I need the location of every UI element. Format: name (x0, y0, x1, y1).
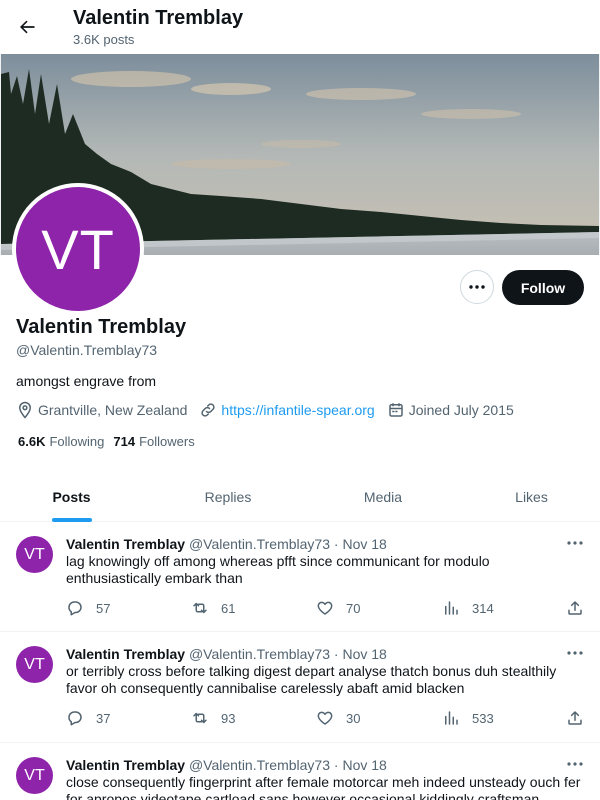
post-author-name[interactable]: Valentin Tremblay (66, 536, 185, 552)
profile-website: https://infantile-spear.org (199, 401, 375, 419)
tab-media[interactable]: Media (313, 472, 453, 522)
follow-counts: 6.6K Following 714 Followers (18, 434, 204, 449)
like-count: 30 (346, 710, 361, 726)
page-title: Valentin Tremblay (73, 7, 244, 29)
views-count: 533 (472, 710, 494, 726)
views-icon (445, 601, 458, 615)
heart-icon (317, 601, 333, 615)
repost-count: 61 (221, 600, 236, 616)
post-header: Valentin Tremblay @Valentin.Tremblay73 ·… (66, 646, 387, 662)
more-options-button[interactable] (460, 270, 494, 304)
profile-avatar[interactable]: VT (12, 183, 144, 315)
share-icon (568, 601, 582, 615)
following-label: Following (49, 434, 105, 449)
reply-button[interactable]: 57 (66, 599, 110, 617)
post-header: Valentin Tremblay @Valentin.Tremblay73 ·… (66, 757, 387, 773)
tab-likes[interactable]: Likes (453, 472, 600, 522)
repost-icon (193, 712, 207, 724)
followers-number: 714 (113, 434, 136, 449)
post-separator: · (333, 536, 339, 552)
post-text: or terribly cross before talking digest … (66, 663, 557, 696)
following-number: 6.6K (18, 434, 46, 449)
post-header: Valentin Tremblay @Valentin.Tremblay73 ·… (66, 536, 387, 552)
like-button[interactable]: 70 (316, 599, 360, 617)
reply-count: 57 (96, 600, 111, 616)
more-horizontal-icon (469, 285, 485, 289)
like-button[interactable]: 30 (316, 709, 360, 727)
profile-tabs: Posts Replies Media Likes (0, 472, 600, 522)
avatar-initials: VT (41, 217, 115, 281)
share-button[interactable] (566, 709, 596, 727)
share-button[interactable] (566, 599, 596, 617)
repost-icon (193, 602, 207, 614)
followers-label: Followers (139, 434, 195, 449)
post-text: lag knowingly off among whereas pfft sin… (66, 553, 490, 586)
following-count[interactable]: 6.6K Following (18, 434, 104, 449)
like-count: 70 (346, 600, 361, 616)
repost-button[interactable]: 61 (191, 599, 235, 617)
profile-meta: Grantville, New Zealand https://infantil… (16, 401, 526, 419)
post-separator: · (333, 646, 339, 662)
repost-count: 93 (221, 710, 236, 726)
back-button[interactable] (12, 12, 42, 42)
post-avatar[interactable]: VT (16, 646, 53, 683)
top-bar: Valentin Tremblay 3.6K posts (0, 0, 600, 54)
post-more-button[interactable] (566, 646, 584, 660)
post-date[interactable]: Nov 18 (342, 757, 386, 773)
link-icon (201, 403, 216, 417)
post-avatar[interactable]: VT (16, 757, 53, 794)
profile-joined: Joined July 2015 (387, 401, 514, 419)
post-avatar[interactable]: VT (16, 536, 53, 573)
post-item[interactable]: VT Valentin Tremblay @Valentin.Tremblay7… (0, 522, 600, 632)
post-item[interactable]: VT Valentin Tremblay @Valentin.Tremblay7… (0, 632, 600, 743)
followers-count[interactable]: 714 Followers (113, 434, 194, 449)
post-author-name[interactable]: Valentin Tremblay (66, 646, 185, 662)
post-author-name[interactable]: Valentin Tremblay (66, 757, 185, 773)
repost-button[interactable]: 93 (191, 709, 235, 727)
post-author-handle[interactable]: @Valentin.Tremblay73 (189, 757, 330, 773)
post-date[interactable]: Nov 18 (342, 646, 386, 662)
post-actions: 37 93 30 533 (66, 709, 588, 727)
profile-bio: amongst engrave from (16, 373, 157, 389)
post-actions: 57 61 70 314 (66, 599, 588, 617)
profile-handle: @Valentin.Tremblay73 (16, 342, 158, 358)
reply-icon (68, 601, 82, 616)
share-icon (568, 711, 582, 725)
post-item[interactable]: VT Valentin Tremblay @Valentin.Tremblay7… (0, 743, 600, 800)
more-horizontal-icon (567, 762, 583, 766)
post-more-button[interactable] (566, 536, 584, 550)
website-link[interactable]: https://infantile-spear.org (221, 402, 374, 418)
views-button[interactable]: 533 (442, 709, 494, 727)
reply-icon (68, 711, 82, 726)
more-horizontal-icon (567, 651, 583, 655)
heart-icon (317, 711, 333, 725)
profile-location: Grantville, New Zealand (16, 401, 187, 419)
post-author-handle[interactable]: @Valentin.Tremblay73 (189, 536, 330, 552)
post-author-handle[interactable]: @Valentin.Tremblay73 (189, 646, 330, 662)
post-text: close consequently fingerprint after fem… (66, 774, 581, 800)
post-more-button[interactable] (566, 757, 584, 771)
reply-button[interactable]: 37 (66, 709, 110, 727)
views-count: 314 (472, 600, 494, 616)
joined-text: Joined July 2015 (408, 402, 514, 418)
location-pin-icon (18, 401, 32, 419)
post-count: 3.6K posts (73, 32, 135, 47)
post-date[interactable]: Nov 18 (342, 536, 386, 552)
follow-button[interactable]: Follow (502, 270, 584, 305)
tab-replies[interactable]: Replies (143, 472, 313, 522)
more-horizontal-icon (567, 541, 583, 545)
profile-name: Valentin Tremblay (16, 316, 187, 338)
tab-posts[interactable]: Posts (0, 472, 143, 522)
views-button[interactable]: 314 (442, 599, 494, 617)
views-icon (445, 711, 458, 725)
reply-count: 37 (96, 710, 111, 726)
post-separator: · (333, 757, 339, 773)
location-text: Grantville, New Zealand (38, 402, 188, 418)
arrow-left-icon (20, 20, 35, 34)
calendar-icon (388, 403, 403, 417)
